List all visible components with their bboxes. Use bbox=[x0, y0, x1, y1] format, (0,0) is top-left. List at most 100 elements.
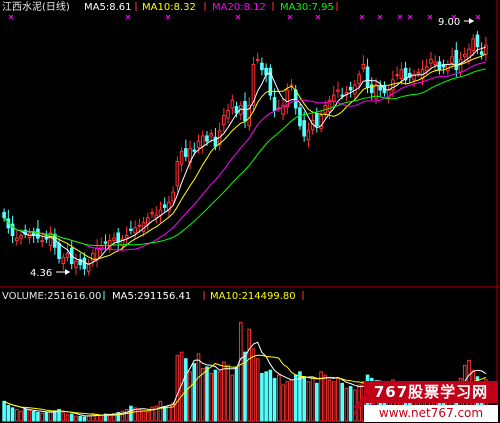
volume-bar-up bbox=[61, 412, 66, 422]
candle-up bbox=[209, 132, 214, 137]
candle-up bbox=[433, 61, 437, 65]
candle-down bbox=[378, 85, 383, 91]
candle-up bbox=[458, 58, 463, 73]
volume-bar-up bbox=[141, 410, 146, 422]
candle-down bbox=[57, 242, 61, 259]
candle-down bbox=[162, 204, 167, 208]
volume-bar-up bbox=[247, 328, 252, 422]
candle-down bbox=[192, 149, 197, 152]
volume-bar-down bbox=[272, 377, 277, 422]
candle-up bbox=[395, 74, 399, 77]
volume-bar-up bbox=[230, 374, 235, 422]
candle-down bbox=[129, 228, 133, 231]
candle-up bbox=[175, 160, 180, 187]
volume-bar-down bbox=[205, 366, 209, 422]
volume-bar-up bbox=[200, 368, 205, 422]
watermark-brand: 767股票学习网 bbox=[364, 381, 498, 403]
volume-bar-down bbox=[264, 371, 268, 422]
volume-bar-up bbox=[65, 414, 70, 422]
volume-bar-up bbox=[188, 371, 192, 422]
volume-bar-up bbox=[276, 374, 281, 422]
candle-up bbox=[61, 256, 66, 265]
volume-bar-up bbox=[222, 361, 226, 422]
high-price-arrowhead bbox=[469, 18, 474, 24]
candle-up bbox=[471, 38, 476, 51]
candle-down bbox=[302, 120, 306, 137]
volume-bar-up bbox=[336, 377, 340, 422]
volume-bar-up bbox=[217, 371, 222, 422]
volume-bar-up bbox=[124, 409, 129, 422]
volume-bar-up bbox=[196, 353, 201, 422]
candle-up bbox=[19, 235, 23, 239]
candle-down bbox=[82, 257, 87, 270]
signal-marker bbox=[315, 14, 321, 20]
candle-up bbox=[179, 150, 184, 165]
candle-up bbox=[230, 99, 235, 109]
volume-bar-up bbox=[91, 413, 95, 422]
volume-bar-down bbox=[162, 406, 167, 422]
volume-bar-up bbox=[158, 400, 163, 422]
volume-bar-down bbox=[129, 405, 133, 422]
candle-up bbox=[222, 115, 226, 125]
volume-bar-down bbox=[213, 369, 218, 422]
volume-bar-up bbox=[19, 410, 23, 422]
ma10-legend: MA10:8.32 bbox=[142, 2, 196, 13]
volume-bar-up bbox=[331, 381, 336, 422]
ma20-line bbox=[3, 61, 487, 251]
volume-bar-up bbox=[145, 411, 150, 422]
watermark-url: www.net767.com bbox=[364, 405, 498, 422]
volume-bar-up bbox=[251, 348, 256, 422]
candle-down bbox=[234, 106, 239, 114]
candle-down bbox=[243, 101, 247, 122]
candle-up bbox=[196, 140, 201, 148]
candle-up bbox=[65, 252, 70, 258]
candle-up bbox=[145, 217, 150, 225]
candle-up bbox=[171, 191, 175, 202]
candle-down bbox=[36, 228, 40, 239]
volume-bar-up bbox=[319, 371, 323, 422]
candle-up bbox=[399, 69, 404, 80]
volume-bar-up bbox=[306, 381, 311, 422]
stock-name-label: 江西水泥(日线) bbox=[2, 0, 70, 13]
candle-up bbox=[484, 44, 488, 55]
candle-down bbox=[44, 237, 49, 240]
candle-down bbox=[205, 135, 209, 142]
volume-bar-down bbox=[340, 382, 345, 422]
ma5-legend: MA5:8.61 bbox=[84, 2, 131, 13]
volume-bar-up bbox=[226, 364, 230, 422]
candle-down bbox=[103, 241, 108, 244]
low-price-label: 4.36 bbox=[30, 268, 52, 279]
candle-up bbox=[74, 260, 78, 268]
candle-down bbox=[348, 86, 353, 91]
candle-up bbox=[374, 84, 378, 100]
candle-down bbox=[479, 51, 484, 55]
volume-bar-down bbox=[36, 411, 40, 422]
signal-marker bbox=[359, 14, 365, 20]
candle-up bbox=[124, 235, 129, 239]
volume-bar-up bbox=[323, 374, 328, 422]
volume-bar-up bbox=[344, 387, 349, 422]
volume-ma10-legend: MA10:214499.80 bbox=[210, 291, 296, 302]
candle-down bbox=[365, 66, 370, 88]
candle-down bbox=[272, 97, 277, 111]
candle-up bbox=[226, 109, 230, 119]
candle-up bbox=[255, 58, 260, 61]
signal-marker bbox=[235, 14, 241, 20]
volume-bar-up bbox=[107, 414, 112, 422]
candle-up bbox=[95, 247, 99, 261]
candle-up bbox=[306, 130, 311, 141]
candle-down bbox=[298, 107, 302, 127]
candle-down bbox=[454, 49, 459, 71]
candle-up bbox=[133, 227, 137, 234]
signal-marker bbox=[377, 14, 383, 20]
volume-ma5-legend: MA5:291156.41 bbox=[112, 291, 191, 302]
candle-down bbox=[260, 62, 264, 71]
volume-bar-down bbox=[23, 408, 28, 422]
volume-bar-down bbox=[302, 376, 306, 422]
volume-bar-down bbox=[78, 415, 82, 422]
volume-bar-up bbox=[238, 322, 243, 422]
signal-marker bbox=[427, 14, 433, 20]
volume-bar-up bbox=[209, 372, 214, 422]
candle-up bbox=[450, 56, 454, 64]
candle-up bbox=[48, 232, 53, 246]
